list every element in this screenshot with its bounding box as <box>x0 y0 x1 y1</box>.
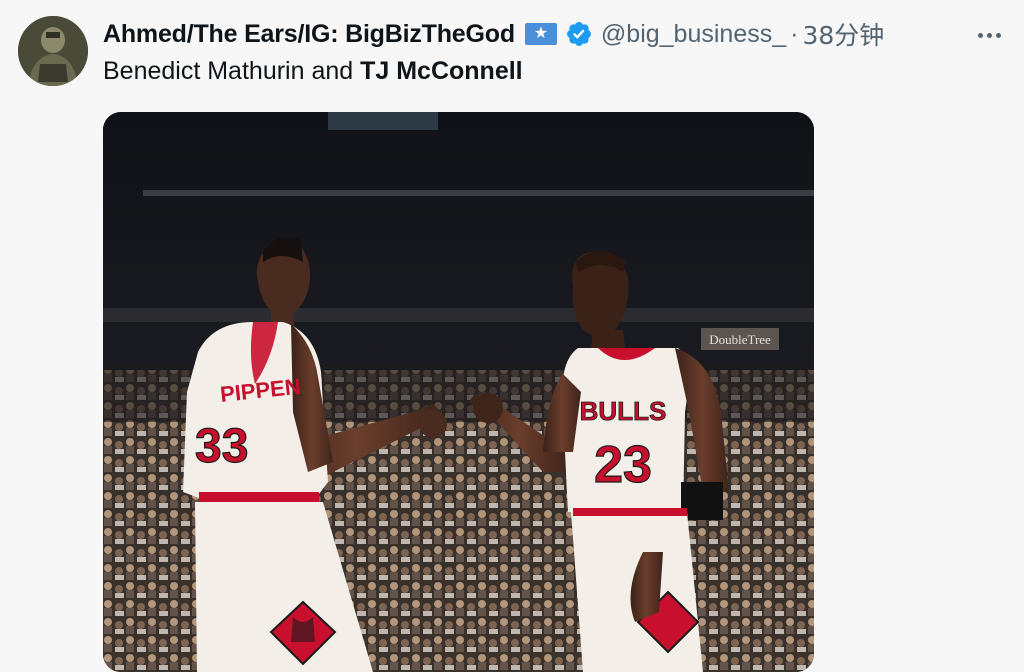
somalia-flag-icon <box>524 23 557 45</box>
avatar[interactable] <box>18 16 88 86</box>
right-jersey-number: 23 <box>594 436 652 494</box>
tweet-text-mention[interactable]: TJ McConnell <box>360 57 523 85</box>
verified-badge-icon[interactable] <box>565 20 593 48</box>
scoreboard <box>328 112 438 130</box>
right-jersey-team: BULLS <box>580 396 667 426</box>
display-name[interactable]: Ahmed/The Ears/IG: BigBizTheGod <box>103 20 515 49</box>
timestamp[interactable]: 38分钟 <box>802 16 884 52</box>
left-jersey-number: 33 <box>195 420 248 473</box>
wristband <box>681 482 723 520</box>
separator-dot: · <box>790 19 799 48</box>
more-options-icon[interactable] <box>974 22 1004 48</box>
tweet-text-plain: Benedict Mathurin and <box>103 57 361 85</box>
tweet-text: Benedict Mathurin and TJ McConnell <box>103 57 523 86</box>
arena-sign-text: DoubleTree <box>709 332 771 347</box>
photo-scene: DoubleTree PIPPEN 33 BULLS 23 <box>103 112 814 672</box>
avatar-image <box>18 16 88 86</box>
user-handle[interactable]: @big_business_ <box>601 20 786 49</box>
tweet-header: Ahmed/The Ears/IG: BigBizTheGod @big_bus… <box>103 17 1004 51</box>
tweet-photo[interactable]: DoubleTree PIPPEN 33 BULLS 23 <box>103 112 814 672</box>
